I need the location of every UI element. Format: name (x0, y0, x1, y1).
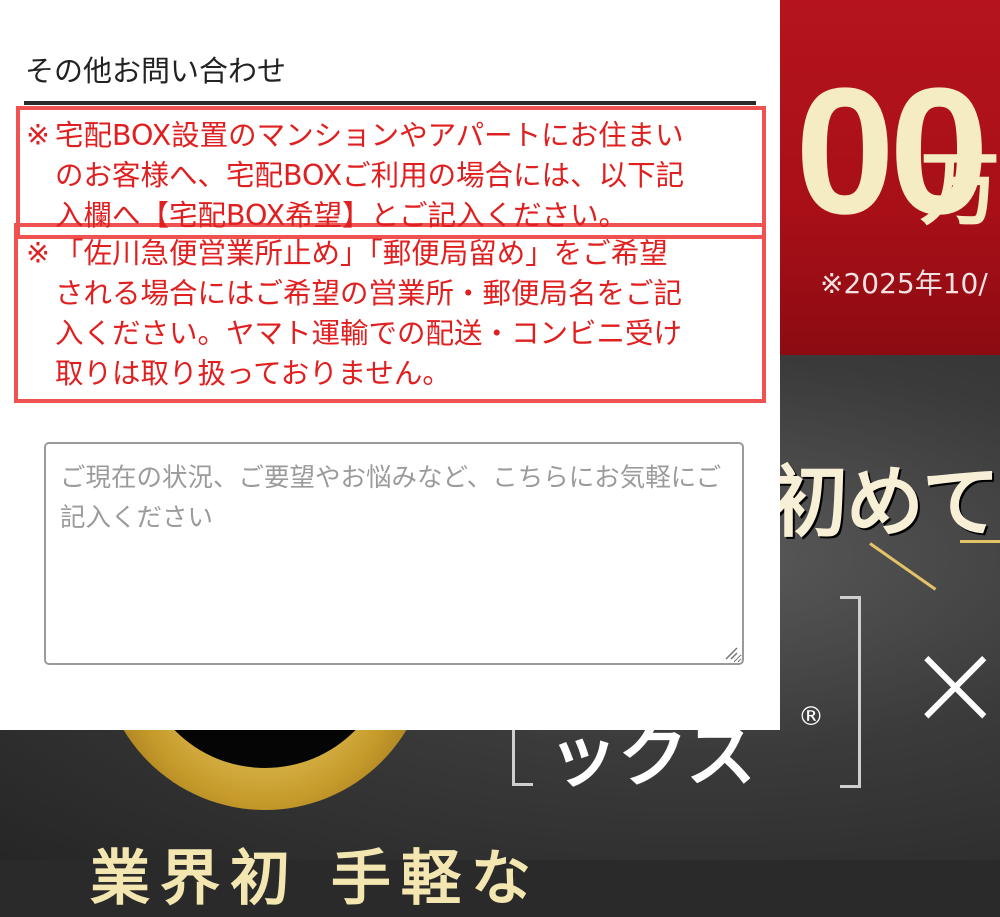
inquiry-form-panel: その他お問い合わせ ※ 宅配BOX設置のマンションやアパートにお住まい のお客様… (0, 0, 780, 730)
notice-line: 取りは取り扱っておりません。 (55, 357, 451, 390)
section-divider (24, 101, 756, 105)
resize-handle-icon[interactable] (724, 646, 738, 660)
promo-registered-mark: ® (798, 702, 824, 732)
notice-line: される場合にはご希望の営業所・郵便局名をご記 (55, 277, 683, 310)
notice-line: 入欄へ【宅配BOX希望】とご記入ください。 (55, 199, 628, 232)
notice-line: 「佐川急便営業所止め」「郵便局留め」をご希望 (55, 237, 668, 270)
notice-line: 入ください。ヤマト運輸での配送・コンビニ受け (55, 317, 683, 350)
note-mark: ※ (26, 119, 50, 152)
promo-bottom-text: 業界初 手軽な (90, 844, 541, 914)
promo-catch: 初めて! (770, 458, 1000, 548)
notice-line: のお客様へ、宅配BOXご利用の場合には、以下記 (55, 159, 685, 192)
promo-bracket-right (840, 596, 861, 788)
inquiry-textarea[interactable] (44, 442, 744, 665)
section-title: その他お問い合わせ (25, 54, 287, 88)
promo-note: ※2025年10/ (820, 267, 988, 300)
notice-pickup: ※ 「佐川急便営業所止め」「郵便局留め」をご希望 される場合にはご希望の営業所・… (26, 234, 760, 394)
notice-delivery-box: ※ 宅配BOX設置のマンションやアパートにお住まい のお客様へ、宅配BOXご利用… (26, 116, 760, 236)
promo-deco-line (960, 540, 1000, 543)
promo-unit: 万 (920, 143, 1000, 236)
promo-times-icon: × (905, 615, 1000, 754)
note-mark: ※ (26, 237, 50, 270)
notice-line: 宅配BOX設置のマンションやアパートにお住まい (55, 119, 684, 152)
